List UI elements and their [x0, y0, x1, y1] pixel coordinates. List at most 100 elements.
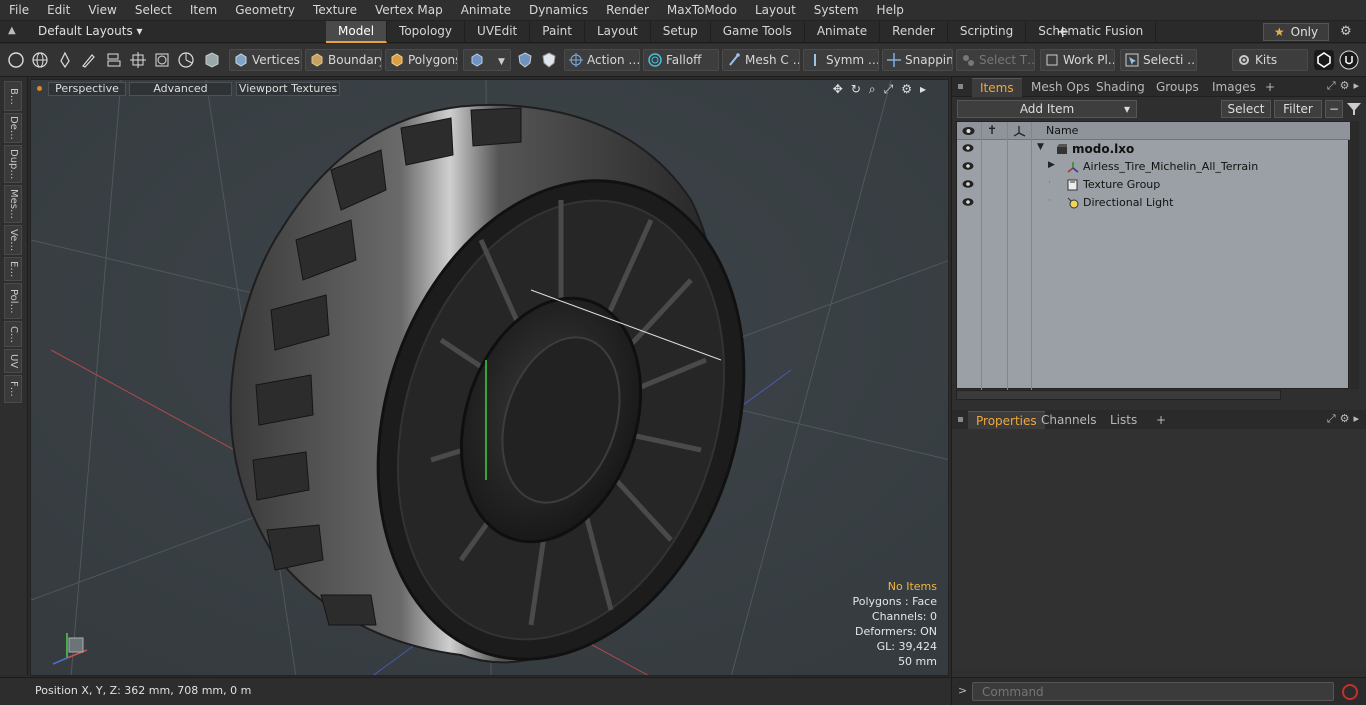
symmetry-shield-icon[interactable]: [540, 51, 558, 69]
work-plane-button[interactable]: Work Pl…: [1040, 49, 1115, 71]
record-macro-icon[interactable]: [1342, 684, 1358, 700]
tab-paint[interactable]: Paint: [530, 21, 585, 43]
filter-funnel-icon[interactable]: [1346, 101, 1362, 117]
add-panel-tab-icon[interactable]: +: [1257, 78, 1283, 97]
strip-tab-uv[interactable]: UV: [4, 349, 22, 373]
menu-file[interactable]: File: [0, 0, 38, 21]
item-list-horizontal-scrollbar[interactable]: [956, 390, 1281, 400]
strip-tab-basic[interactable]: B…: [4, 81, 22, 111]
center-icon[interactable]: [129, 51, 147, 69]
material-mode-dropdown[interactable]: ▼: [463, 49, 511, 71]
list-item[interactable]: ▼ modo.lxo: [957, 140, 1350, 158]
polygons-button[interactable]: Polygons: [385, 49, 458, 71]
falloff-button[interactable]: Falloff: [643, 49, 719, 71]
tab-uvedit[interactable]: UVEdit: [465, 21, 531, 43]
strip-tab-polygon[interactable]: Pol…: [4, 283, 22, 319]
menu-item[interactable]: Item: [181, 0, 226, 21]
perspective-button[interactable]: Perspective: [48, 82, 126, 96]
unreal-icon[interactable]: [1339, 50, 1359, 70]
mesh-constraint-button[interactable]: Mesh C …: [722, 49, 800, 71]
tab-model[interactable]: Model: [326, 21, 388, 43]
panel-window-icons[interactable]: ⤢⚙▸: [1327, 412, 1363, 426]
box-select-icon[interactable]: [153, 51, 171, 69]
add-panel-tab-icon[interactable]: +: [1148, 411, 1174, 430]
menu-layout[interactable]: Layout: [746, 0, 805, 21]
3d-viewport[interactable]: Perspective Advanced Viewport Textures ✥…: [30, 79, 949, 676]
gear-icon[interactable]: ⚙: [1340, 24, 1352, 39]
tab-lists[interactable]: Lists: [1102, 411, 1145, 430]
snap-shield-icon[interactable]: [516, 51, 534, 69]
visibility-eye-icon[interactable]: [962, 143, 974, 153]
filter-button[interactable]: Filter: [1274, 100, 1322, 118]
vertices-button[interactable]: Vertices: [229, 49, 302, 71]
strip-tab-fusion[interactable]: F…: [4, 375, 22, 403]
select-through-button[interactable]: Select T…: [956, 49, 1035, 71]
strip-tab-duplicate[interactable]: Dup…: [4, 145, 22, 183]
menu-texture[interactable]: Texture: [304, 0, 366, 21]
menu-animate[interactable]: Animate: [452, 0, 520, 21]
unity-icon[interactable]: [1314, 50, 1334, 70]
add-tab-icon[interactable]: +: [1056, 22, 1069, 41]
tab-setup[interactable]: Setup: [651, 21, 711, 43]
action-center-button[interactable]: Action …: [564, 49, 640, 71]
menu-render[interactable]: Render: [597, 0, 658, 21]
menu-vertex-map[interactable]: Vertex Map: [366, 0, 452, 21]
viewport-scene[interactable]: [31, 80, 949, 676]
tab-shading[interactable]: Shading: [1088, 78, 1153, 97]
tab-game-tools[interactable]: Game Tools: [711, 21, 805, 43]
visibility-eye-icon[interactable]: [962, 161, 974, 171]
viewport-textures-button[interactable]: Viewport Textures: [236, 82, 340, 96]
collapse-icon[interactable]: −: [1325, 100, 1343, 118]
only-toggle-button[interactable]: ★ Only: [1263, 23, 1329, 41]
tab-mesh-ops[interactable]: Mesh Ops: [1023, 78, 1098, 97]
expand-arrow-icon[interactable]: ▼: [1037, 142, 1044, 152]
item-mode-icon[interactable]: [203, 51, 221, 69]
menu-dynamics[interactable]: Dynamics: [520, 0, 597, 21]
strip-tab-edge[interactable]: E…: [4, 257, 22, 281]
panel-menu-dot[interactable]: [958, 84, 963, 89]
name-column-header[interactable]: Name: [1046, 124, 1078, 137]
strip-tab-curve[interactable]: C…: [4, 321, 22, 347]
visibility-column-eye-icon[interactable]: [962, 126, 975, 136]
menu-system[interactable]: System: [805, 0, 868, 21]
item-list-scrollbar[interactable]: [1350, 121, 1359, 389]
menu-maxtomodo[interactable]: MaxToModo: [658, 0, 746, 21]
advanced-shading-button[interactable]: Advanced: [129, 82, 232, 96]
kits-button[interactable]: Kits: [1232, 49, 1308, 71]
boundary-button[interactable]: Boundary: [305, 49, 382, 71]
visibility-eye-icon[interactable]: [962, 197, 974, 207]
viewport-menu-dot[interactable]: [37, 86, 42, 91]
command-history-icon[interactable]: >: [958, 684, 967, 697]
snapping-button[interactable]: Snapping: [882, 49, 953, 71]
menu-edit[interactable]: Edit: [38, 0, 79, 21]
add-item-button[interactable]: Add Item ▾: [957, 100, 1137, 118]
tab-scripting[interactable]: Scripting: [948, 21, 1027, 43]
command-input[interactable]: [972, 682, 1334, 701]
selection-sets-button[interactable]: Selecti …: [1120, 49, 1197, 71]
layout-selector[interactable]: Default Layouts ▾: [38, 24, 143, 38]
menu-geometry[interactable]: Geometry: [226, 0, 304, 21]
tab-topology[interactable]: Topology: [387, 21, 466, 43]
tab-items[interactable]: Items: [972, 78, 1022, 97]
expand-arrow-icon[interactable]: ▶: [1048, 160, 1055, 170]
type-column-icon[interactable]: [1013, 125, 1026, 137]
tab-animate[interactable]: Animate: [805, 21, 881, 43]
lock-column-icon[interactable]: ✝: [987, 123, 997, 137]
brush-icon[interactable]: [80, 51, 98, 69]
pen-tool-icon[interactable]: [56, 51, 74, 69]
pie-icon[interactable]: [177, 51, 195, 69]
tab-render[interactable]: Render: [880, 21, 948, 43]
menu-help[interactable]: Help: [868, 0, 913, 21]
panel-window-icons[interactable]: ⤢⚙▸: [1327, 79, 1363, 93]
strip-tab-vertex[interactable]: Ve…: [4, 225, 22, 255]
symmetry-button[interactable]: Symm …: [803, 49, 879, 71]
menu-view[interactable]: View: [79, 0, 125, 21]
circle-select-icon[interactable]: [7, 51, 25, 69]
strip-tab-deform[interactable]: De…: [4, 113, 22, 143]
tab-channels[interactable]: Channels: [1033, 411, 1105, 430]
globe-icon[interactable]: [31, 51, 49, 69]
align-icon[interactable]: [105, 51, 123, 69]
strip-tab-mesh-edit[interactable]: Mes…: [4, 185, 22, 223]
list-item[interactable]: · Directional Light: [957, 194, 1350, 212]
layout-expand-icon[interactable]: ▲: [8, 25, 20, 39]
